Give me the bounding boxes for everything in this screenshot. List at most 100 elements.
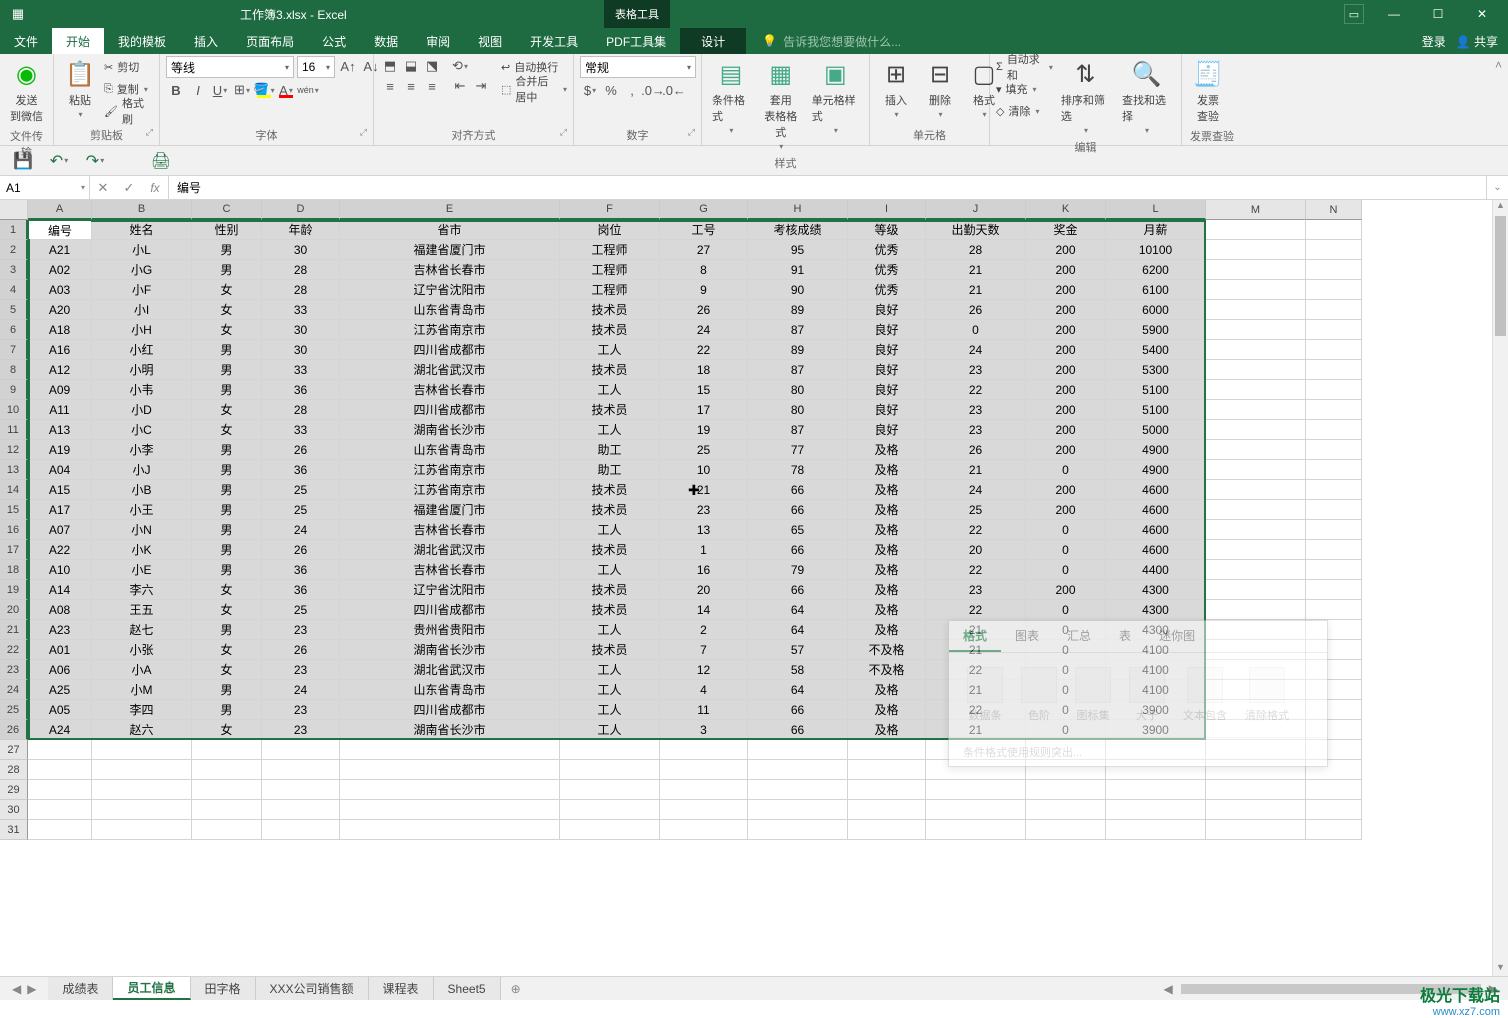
- cell[interactable]: 女: [192, 400, 262, 420]
- cell[interactable]: 21: [926, 460, 1026, 480]
- cell[interactable]: [262, 740, 340, 760]
- cell[interactable]: 13: [660, 520, 748, 540]
- cell[interactable]: [1206, 540, 1306, 560]
- cell[interactable]: A17: [28, 500, 92, 520]
- row-header[interactable]: 10: [0, 400, 28, 420]
- cell[interactable]: 赵七: [92, 620, 192, 640]
- cell[interactable]: 赵六: [92, 720, 192, 740]
- cell[interactable]: [1206, 600, 1306, 620]
- cell[interactable]: 17: [660, 400, 748, 420]
- cell[interactable]: 小李: [92, 440, 192, 460]
- cell[interactable]: 91: [748, 260, 848, 280]
- cell[interactable]: 吉林省长春市: [340, 520, 560, 540]
- fill-button[interactable]: ▾填充▾: [996, 78, 1053, 100]
- cell[interactable]: 工程师: [560, 260, 660, 280]
- cell[interactable]: [1026, 820, 1106, 840]
- cell-styles-button[interactable]: ▣单元格样式▾: [808, 56, 863, 137]
- cell[interactable]: 及格: [848, 520, 926, 540]
- row-header[interactable]: 7: [0, 340, 28, 360]
- row-header[interactable]: 9: [0, 380, 28, 400]
- cell[interactable]: [660, 740, 748, 760]
- cell[interactable]: 5100: [1106, 380, 1206, 400]
- qa-tab[interactable]: 迷你图: [1145, 621, 1209, 652]
- cell[interactable]: 4900: [1106, 440, 1206, 460]
- cell[interactable]: [560, 820, 660, 840]
- cell[interactable]: [92, 780, 192, 800]
- number-launcher-icon[interactable]: ⤢: [688, 127, 695, 138]
- cell[interactable]: 辽宁省沈阳市: [340, 280, 560, 300]
- cell[interactable]: [660, 760, 748, 780]
- cell[interactable]: 23: [262, 720, 340, 740]
- cell[interactable]: 200: [1026, 580, 1106, 600]
- cell[interactable]: [262, 760, 340, 780]
- cell[interactable]: 26: [660, 300, 748, 320]
- cell[interactable]: [1026, 780, 1106, 800]
- cell[interactable]: 0: [1026, 560, 1106, 580]
- cell[interactable]: A22: [28, 540, 92, 560]
- cell[interactable]: 福建省厦门市: [340, 240, 560, 260]
- row-header[interactable]: 24: [0, 680, 28, 700]
- cell[interactable]: 不及格: [848, 660, 926, 680]
- cell[interactable]: 80: [748, 400, 848, 420]
- cell[interactable]: 3: [660, 720, 748, 740]
- cell[interactable]: A16: [28, 340, 92, 360]
- cell[interactable]: [1206, 820, 1306, 840]
- cell[interactable]: 技术员: [560, 360, 660, 380]
- cell[interactable]: A15: [28, 480, 92, 500]
- cell[interactable]: 小N: [92, 520, 192, 540]
- row-header[interactable]: 5: [0, 300, 28, 320]
- cell[interactable]: [1206, 340, 1306, 360]
- cell[interactable]: 良好: [848, 300, 926, 320]
- cell[interactable]: 助工: [560, 440, 660, 460]
- cell[interactable]: [1106, 800, 1206, 820]
- cell[interactable]: [1206, 580, 1306, 600]
- cell[interactable]: [192, 760, 262, 780]
- insert-cells-button[interactable]: ⊞插入▾: [876, 56, 916, 121]
- cell[interactable]: 28: [262, 400, 340, 420]
- cell[interactable]: 200: [1026, 260, 1106, 280]
- cell[interactable]: 及格: [848, 700, 926, 720]
- cell[interactable]: [192, 780, 262, 800]
- select-all-triangle[interactable]: [0, 200, 28, 220]
- cell[interactable]: 吉林省长春市: [340, 560, 560, 580]
- cell[interactable]: [1306, 440, 1362, 460]
- cancel-edit-icon[interactable]: ✕: [90, 180, 116, 196]
- cell[interactable]: 吉林省长春市: [340, 380, 560, 400]
- cell[interactable]: 出勤天数: [926, 220, 1026, 240]
- col-header-L[interactable]: L: [1106, 200, 1206, 220]
- cell[interactable]: 0: [1026, 600, 1106, 620]
- cell[interactable]: 4600: [1106, 480, 1206, 500]
- cell[interactable]: 16: [660, 560, 748, 580]
- cell[interactable]: 工人: [560, 660, 660, 680]
- currency-icon[interactable]: $▾: [580, 80, 600, 100]
- cell[interactable]: 江苏省南京市: [340, 460, 560, 480]
- cell[interactable]: [1106, 820, 1206, 840]
- cell[interactable]: [1206, 800, 1306, 820]
- col-header-B[interactable]: B: [92, 200, 192, 220]
- cell[interactable]: 36: [262, 580, 340, 600]
- cell[interactable]: [748, 760, 848, 780]
- cut-button[interactable]: ✂剪切: [104, 56, 153, 78]
- cell[interactable]: 23: [926, 400, 1026, 420]
- cell[interactable]: 湖北省武汉市: [340, 660, 560, 680]
- cell[interactable]: 25: [262, 480, 340, 500]
- cell[interactable]: [1306, 560, 1362, 580]
- cell[interactable]: 1: [660, 540, 748, 560]
- cell[interactable]: [340, 800, 560, 820]
- tab-design[interactable]: 设计: [680, 28, 746, 54]
- cell[interactable]: [1206, 280, 1306, 300]
- cell[interactable]: 20: [926, 540, 1026, 560]
- cell[interactable]: 山东省青岛市: [340, 440, 560, 460]
- row-header[interactable]: 19: [0, 580, 28, 600]
- delete-cells-button[interactable]: ⊟删除▾: [920, 56, 960, 121]
- cell[interactable]: 24: [926, 480, 1026, 500]
- cell[interactable]: [340, 740, 560, 760]
- align-middle-icon[interactable]: ⬓: [401, 56, 421, 76]
- cell[interactable]: 22: [926, 560, 1026, 580]
- cell[interactable]: 小王: [92, 500, 192, 520]
- cell[interactable]: A23: [28, 620, 92, 640]
- cell[interactable]: 64: [748, 600, 848, 620]
- qa-item[interactable]: 大于: [1129, 667, 1165, 723]
- cell[interactable]: 200: [1026, 480, 1106, 500]
- row-header[interactable]: 25: [0, 700, 28, 720]
